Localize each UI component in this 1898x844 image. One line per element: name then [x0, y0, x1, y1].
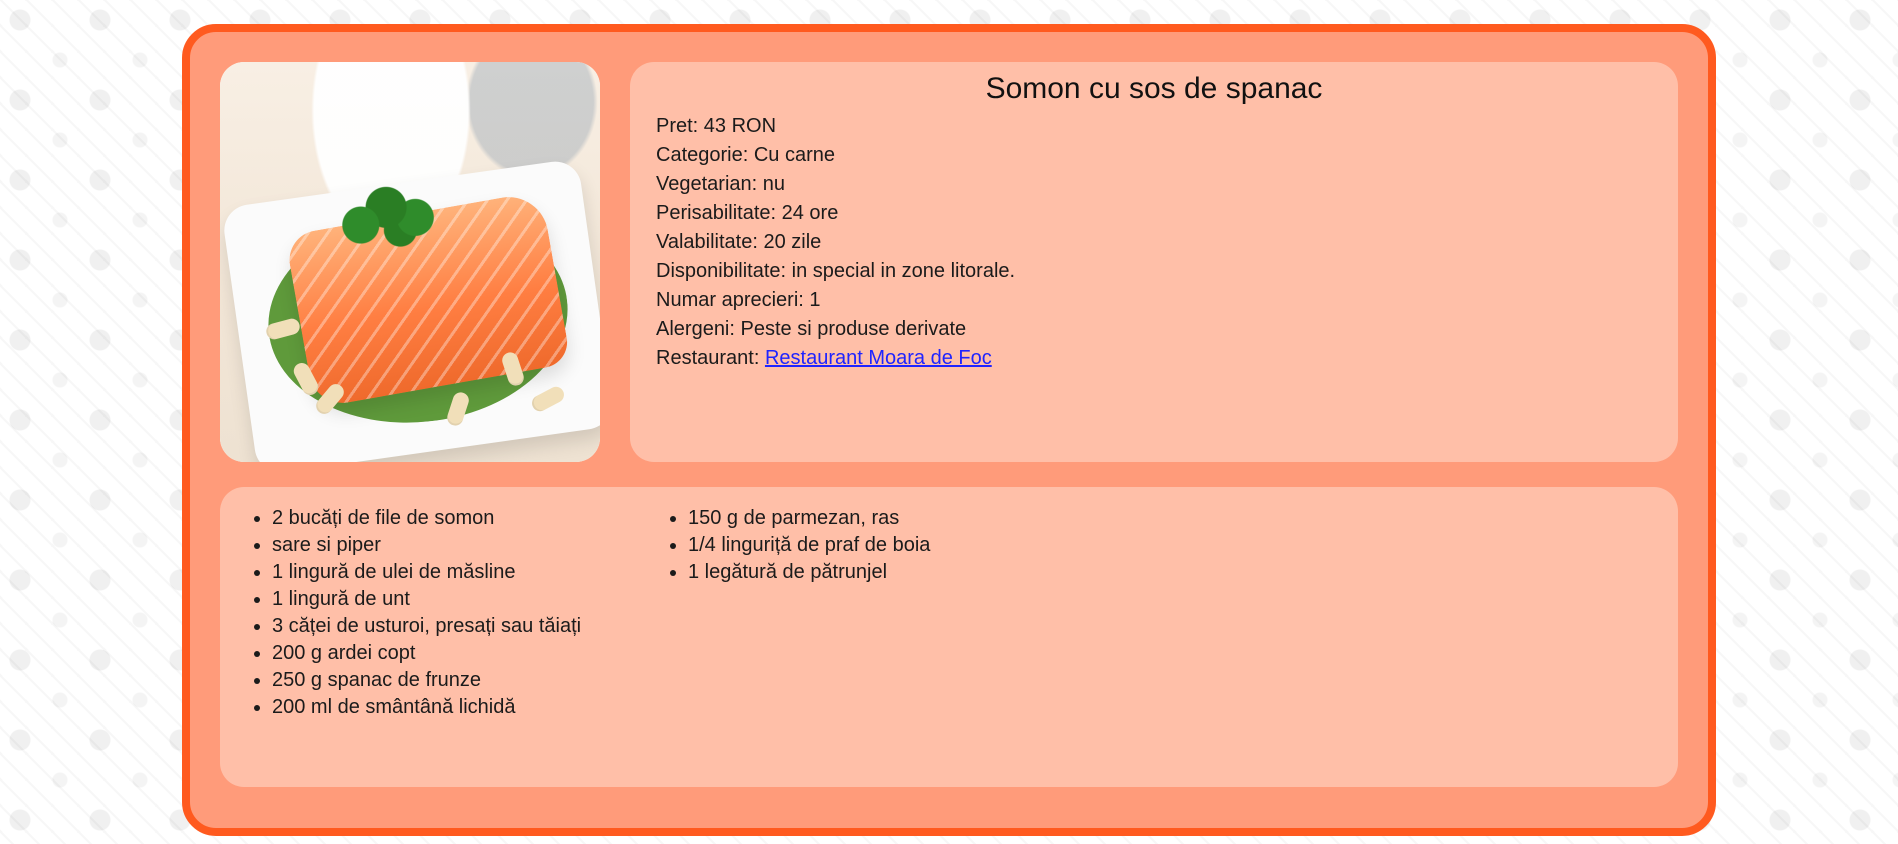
dish-image: [220, 62, 600, 462]
ingredient-item: 200 g ardei copt: [272, 640, 612, 667]
ingredient-item: 150 g de parmezan, ras: [688, 505, 930, 532]
ingredient-item: 3 căței de usturoi, presați sau tăiați: [272, 613, 612, 640]
allergens-line: Alergeni: Peste si produse derivate: [656, 318, 967, 340]
ingredient-item: sare si piper: [272, 532, 612, 559]
ingredient-item: 2 bucăți de file de somon: [272, 505, 612, 532]
ingredient-item: 200 ml de smântână lichidă: [272, 694, 612, 721]
dish-card: Somon cu sos de spanac Pret: 43 RON Cate…: [182, 24, 1716, 836]
ingredient-item: 1/4 linguriță de praf de boia: [688, 532, 930, 559]
vegetarian-line: Vegetarian: nu: [656, 173, 785, 195]
dish-info-panel: Somon cu sos de spanac Pret: 43 RON Cate…: [630, 62, 1678, 462]
restaurant-line: Restaurant: Restaurant Moara de Foc: [656, 344, 1652, 373]
availability-line: Disponibilitate: in special in zone lito…: [656, 260, 1016, 282]
ingredients-columns: 2 bucăți de file de somon sare si piper …: [246, 505, 1652, 721]
ingredient-item: 1 legătură de pătrunjel: [688, 559, 930, 586]
category-line: Categorie: Cu carne: [656, 144, 835, 166]
likes-line: Numar aprecieri: 1: [656, 289, 821, 311]
ingredient-item: 1 lingură de unt: [272, 586, 612, 613]
ingredients-panel: 2 bucăți de file de somon sare si piper …: [220, 487, 1678, 787]
price-line: Pret: 43 RON: [656, 115, 777, 137]
restaurant-label: Restaurant:: [656, 347, 760, 369]
dish-title: Somon cu sos de spanac: [985, 72, 1323, 105]
validity-line: Valabilitate: 20 zile: [656, 231, 822, 253]
ingredient-item: 1 lingură de ulei de măsline: [272, 559, 612, 586]
dish-top-row: Somon cu sos de spanac Pret: 43 RON Cate…: [220, 62, 1678, 462]
restaurant-link[interactable]: Restaurant Moara de Foc: [765, 347, 992, 369]
perishability-line: Perisabilitate: 24 ore: [656, 202, 839, 224]
ingredients-list-left: 2 bucăți de file de somon sare si piper …: [246, 505, 612, 721]
ingredient-item: 250 g spanac de frunze: [272, 667, 612, 694]
ingredients-list-right: 150 g de parmezan, ras 1/4 linguriță de …: [662, 505, 930, 721]
